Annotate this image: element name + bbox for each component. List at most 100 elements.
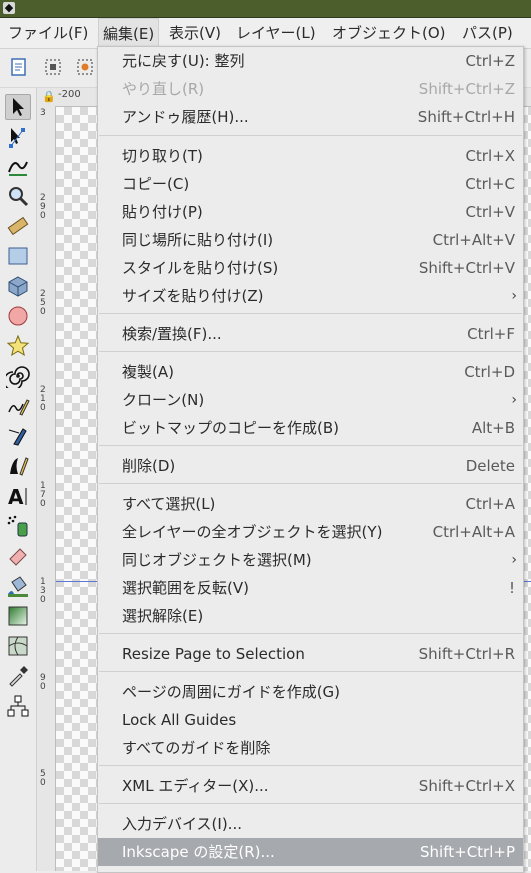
deselect-icon[interactable] — [74, 56, 96, 78]
menu-object[interactable]: オブジェクト(O) — [328, 18, 450, 48]
menu-item-label: アンドゥ履歴(H)... — [122, 108, 249, 126]
menu-item-shortcut: Shift+Ctrl+P — [420, 843, 515, 861]
menu-separator — [99, 351, 522, 352]
pencil-tool-icon[interactable] — [6, 394, 30, 418]
menu-item-label: すべて選択(L) — [122, 495, 216, 513]
menu-item-shortcut: Shift+Ctrl+X — [418, 777, 515, 795]
menu-item-delete-all-guides[interactable]: すべてのガイドを削除 — [98, 734, 523, 762]
menu-item-paste-size[interactable]: サイズを貼り付け(Z) › — [98, 282, 523, 310]
submenu-arrow-icon: › — [511, 288, 517, 304]
menu-item-label: やり直し(R) — [122, 80, 205, 98]
measure-tool-icon[interactable] — [6, 214, 30, 238]
ellipse-tool-icon[interactable] — [6, 304, 30, 328]
ruler-left-number: 170 — [40, 481, 46, 509]
menu-edit[interactable]: 編集(E) — [98, 18, 160, 49]
menu-item-label: 貼り付け(P) — [122, 203, 203, 221]
mesh-tool-icon[interactable] — [6, 634, 30, 658]
menu-separator — [99, 135, 522, 136]
zoom-tool-icon[interactable] — [6, 184, 30, 208]
menu-item-lock-all-guides[interactable]: Lock All Guides — [98, 706, 523, 734]
menu-view[interactable]: 表示(V) — [165, 18, 225, 48]
menu-item-copy[interactable]: コピー(C) Ctrl+C — [98, 170, 523, 198]
menu-item-label: 削除(D) — [122, 457, 176, 475]
lock-icon[interactable]: 🔒 — [42, 90, 56, 103]
menu-item-label: クローン(N) — [122, 391, 205, 409]
edit-menu-dropdown: 元に戻す(U): 整列 Ctrl+Z やり直し(R) Shift+Ctrl+Z … — [97, 46, 524, 873]
tweak-tool-icon[interactable] — [6, 154, 30, 178]
menu-item-select-same[interactable]: 同じオブジェクトを選択(M) › — [98, 546, 523, 574]
window-menu-icon[interactable]: ◆ — [3, 2, 15, 14]
ruler-left-number: 90 — [40, 673, 46, 692]
menu-item-undo[interactable]: 元に戻す(U): 整列 Ctrl+Z — [98, 47, 523, 75]
menu-item-shortcut: Alt+B — [471, 419, 515, 437]
menu-item-deselect[interactable]: 選択解除(E) — [98, 602, 523, 630]
ruler-left-number: 3 — [40, 108, 46, 118]
menu-item-undo-history[interactable]: アンドゥ履歴(H)... Shift+Ctrl+H — [98, 103, 523, 131]
menu-item-label: 複製(A) — [122, 363, 174, 381]
menu-item-xml-editor[interactable]: XML エディター(X)... Shift+Ctrl+X — [98, 772, 523, 800]
menu-item-label: 選択範囲を反転(V) — [122, 579, 249, 597]
pen-tool-icon[interactable] — [6, 424, 30, 448]
menu-item-find-replace[interactable]: 検索/置換(F)... Ctrl+F — [98, 320, 523, 348]
menu-item-paste-in-place[interactable]: 同じ場所に貼り付け(I) Ctrl+Alt+V — [98, 226, 523, 254]
menu-item-paste[interactable]: 貼り付け(P) Ctrl+V — [98, 198, 523, 226]
menu-item-shortcut: Ctrl+Z — [465, 52, 515, 70]
dropper-tool-icon[interactable] — [6, 664, 30, 688]
menu-item-redo[interactable]: やり直し(R) Shift+Ctrl+Z — [98, 75, 523, 103]
menu-item-label: 入力デバイス(I)... — [122, 815, 242, 833]
menu-item-preferences[interactable]: Inkscape の設定(R)... Shift+Ctrl+P — [98, 838, 523, 866]
menu-item-paste-style[interactable]: スタイルを貼り付け(S) Shift+Ctrl+V — [98, 254, 523, 282]
gradient-tool-icon[interactable] — [6, 604, 30, 628]
menu-item-label: Resize Page to Selection — [122, 645, 305, 663]
menu-layer[interactable]: レイヤー(L) — [232, 18, 320, 48]
menu-item-shortcut: Shift+Ctrl+H — [417, 108, 515, 126]
menu-item-duplicate[interactable]: 複製(A) Ctrl+D — [98, 358, 523, 386]
menu-item-label: 元に戻す(U): 整列 — [122, 52, 245, 70]
menu-item-shortcut: Ctrl+Alt+V — [432, 231, 515, 249]
menu-item-shortcut: Ctrl+X — [465, 147, 515, 165]
eraser-tool-icon[interactable] — [6, 544, 30, 568]
menu-path[interactable]: パス(P) — [458, 18, 517, 48]
text-tool-icon[interactable]: A — [6, 484, 30, 508]
calligraphy-tool-icon[interactable] — [6, 454, 30, 478]
menu-item-shortcut: Delete — [465, 457, 515, 475]
menu-item-clone[interactable]: クローン(N) › — [98, 386, 523, 414]
menu-separator — [99, 671, 522, 672]
menu-separator — [99, 313, 522, 314]
menu-item-cut[interactable]: 切り取り(T) Ctrl+X — [98, 142, 523, 170]
menu-item-make-bitmap-copy[interactable]: ビットマップのコピーを作成(B) Alt+B — [98, 414, 523, 442]
menu-item-shortcut: Ctrl+D — [464, 363, 515, 381]
ruler-top-label: -200 — [58, 89, 81, 100]
spiral-tool-icon[interactable] — [6, 364, 30, 388]
ruler-left-number: 130 — [40, 577, 46, 605]
menu-item-create-guides-around-page[interactable]: ページの周囲にガイドを作成(G) — [98, 678, 523, 706]
select-all-icon[interactable] — [8, 56, 30, 78]
vertical-ruler: 3 290 250 210 170 130 90 50 — [37, 106, 56, 871]
menu-item-shortcut: Ctrl+F — [467, 325, 515, 343]
menu-file[interactable]: ファイル(F) — [4, 18, 92, 48]
selector-tool-icon[interactable] — [5, 94, 31, 120]
menu-item-shortcut: Shift+Ctrl+R — [418, 645, 515, 663]
menu-item-label: 切り取り(T) — [122, 147, 203, 165]
menu-item-delete[interactable]: 削除(D) Delete — [98, 452, 523, 480]
menu-item-shortcut: Ctrl+A — [465, 495, 515, 513]
node-tool-icon[interactable] — [6, 125, 30, 149]
menu-item-label: 選択解除(E) — [122, 607, 204, 625]
menu-item-select-all-in-all-layers[interactable]: 全レイヤーの全オブジェクトを選択(Y) Ctrl+Alt+A — [98, 518, 523, 546]
menu-item-label: 全レイヤーの全オブジェクトを選択(Y) — [122, 523, 383, 541]
menu-item-input-devices[interactable]: 入力デバイス(I)... — [98, 810, 523, 838]
connector-tool-icon[interactable] — [6, 694, 30, 718]
3d-box-tool-icon[interactable] — [6, 274, 30, 298]
spray-tool-icon[interactable] — [6, 514, 30, 538]
menu-separator — [99, 633, 522, 634]
menu-item-resize-page-to-selection[interactable]: Resize Page to Selection Shift+Ctrl+R — [98, 640, 523, 668]
select-all-layers-icon[interactable] — [42, 56, 64, 78]
star-tool-icon[interactable] — [6, 334, 30, 358]
paint-bucket-tool-icon[interactable] — [6, 574, 30, 598]
menu-item-invert-selection[interactable]: 選択範囲を反転(V) ! — [98, 574, 523, 602]
svg-text:A: A — [8, 485, 24, 508]
rectangle-tool-icon[interactable] — [6, 244, 30, 268]
submenu-arrow-icon: › — [511, 552, 517, 568]
menu-item-select-all[interactable]: すべて選択(L) Ctrl+A — [98, 490, 523, 518]
menu-item-label: サイズを貼り付け(Z) — [122, 287, 264, 305]
